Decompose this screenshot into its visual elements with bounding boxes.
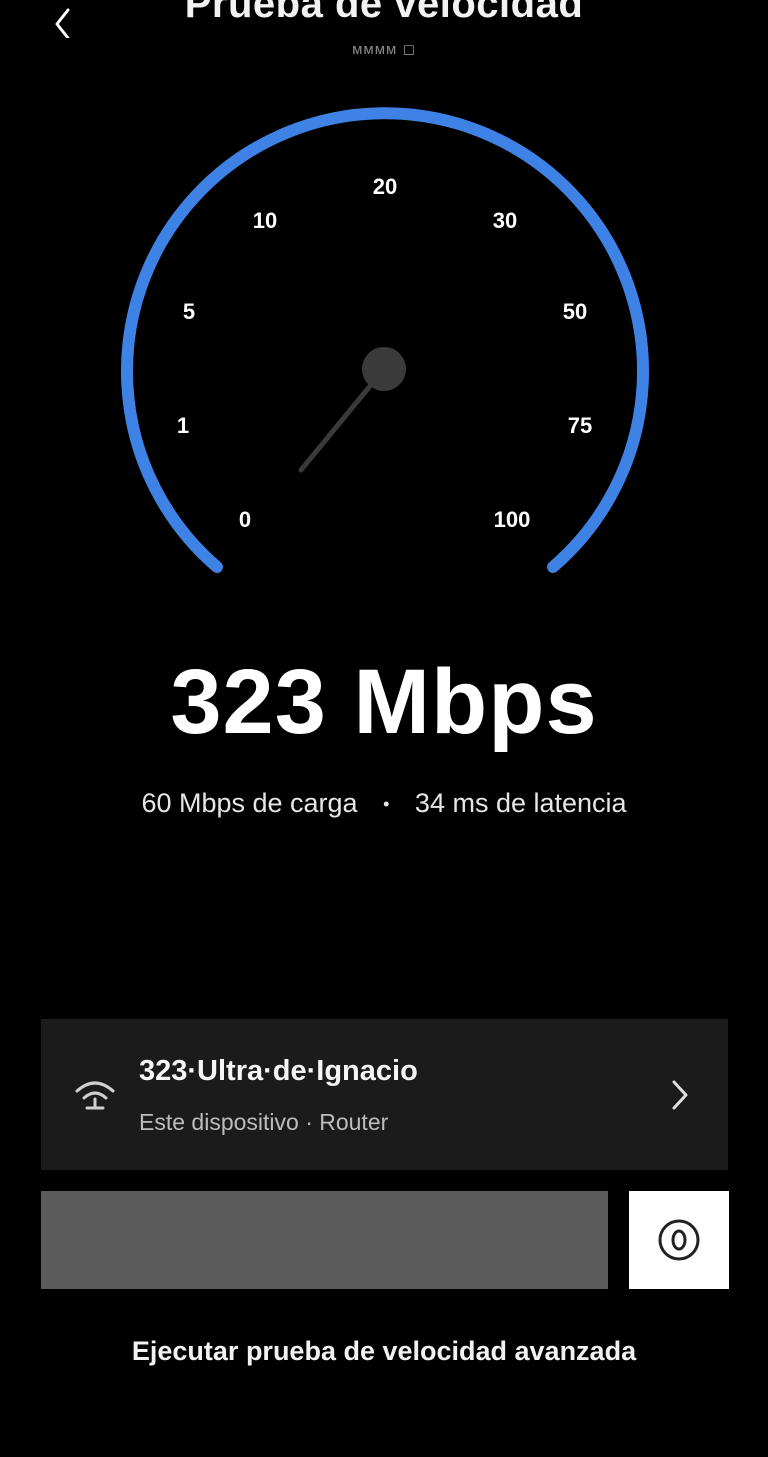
advanced-test-link[interactable]: Ejecutar prueba de velocidad avanzada <box>0 1336 768 1367</box>
chevron-right-icon <box>672 1080 688 1110</box>
download-speed-value: 323 Mbps <box>170 651 598 753</box>
network-details: Este dispositivo · Router <box>139 1109 389 1135</box>
power-icon <box>658 1219 700 1261</box>
gauge-hub <box>362 347 406 391</box>
wifi-icon <box>75 1081 115 1110</box>
gauge-tick-label: 30 <box>493 208 517 233</box>
retest-button[interactable] <box>41 1191 608 1289</box>
gauge-tick-label: 100 <box>494 507 531 532</box>
gauge-tick-label: 50 <box>563 299 587 324</box>
separator-dot: • <box>383 794 390 815</box>
speed-details: 60 Mbps de carga • 34 ms de latencia <box>0 788 768 819</box>
gauge-tick-label: 5 <box>183 299 195 324</box>
upload-speed-text: 60 Mbps de carga <box>141 788 358 818</box>
latency-text: 34 ms de latencia <box>414 788 627 818</box>
network-name: 323·Ultra·de·Ignacio <box>139 1055 418 1087</box>
gauge-tick-label: 20 <box>373 174 397 199</box>
network-card[interactable]: 323·Ultra·de·Ignacio Este dispositivo · … <box>41 1019 728 1170</box>
gauge-tick-label: 1 <box>177 413 189 438</box>
gauge-tick-label: 10 <box>253 208 277 233</box>
gauge-tick-label: 75 <box>568 413 592 438</box>
speed-gauge: 0 1 5 10 20 30 50 75 100 <box>121 107 649 573</box>
power-button[interactable] <box>629 1191 729 1289</box>
gauge-tick-label: 0 <box>239 507 251 532</box>
